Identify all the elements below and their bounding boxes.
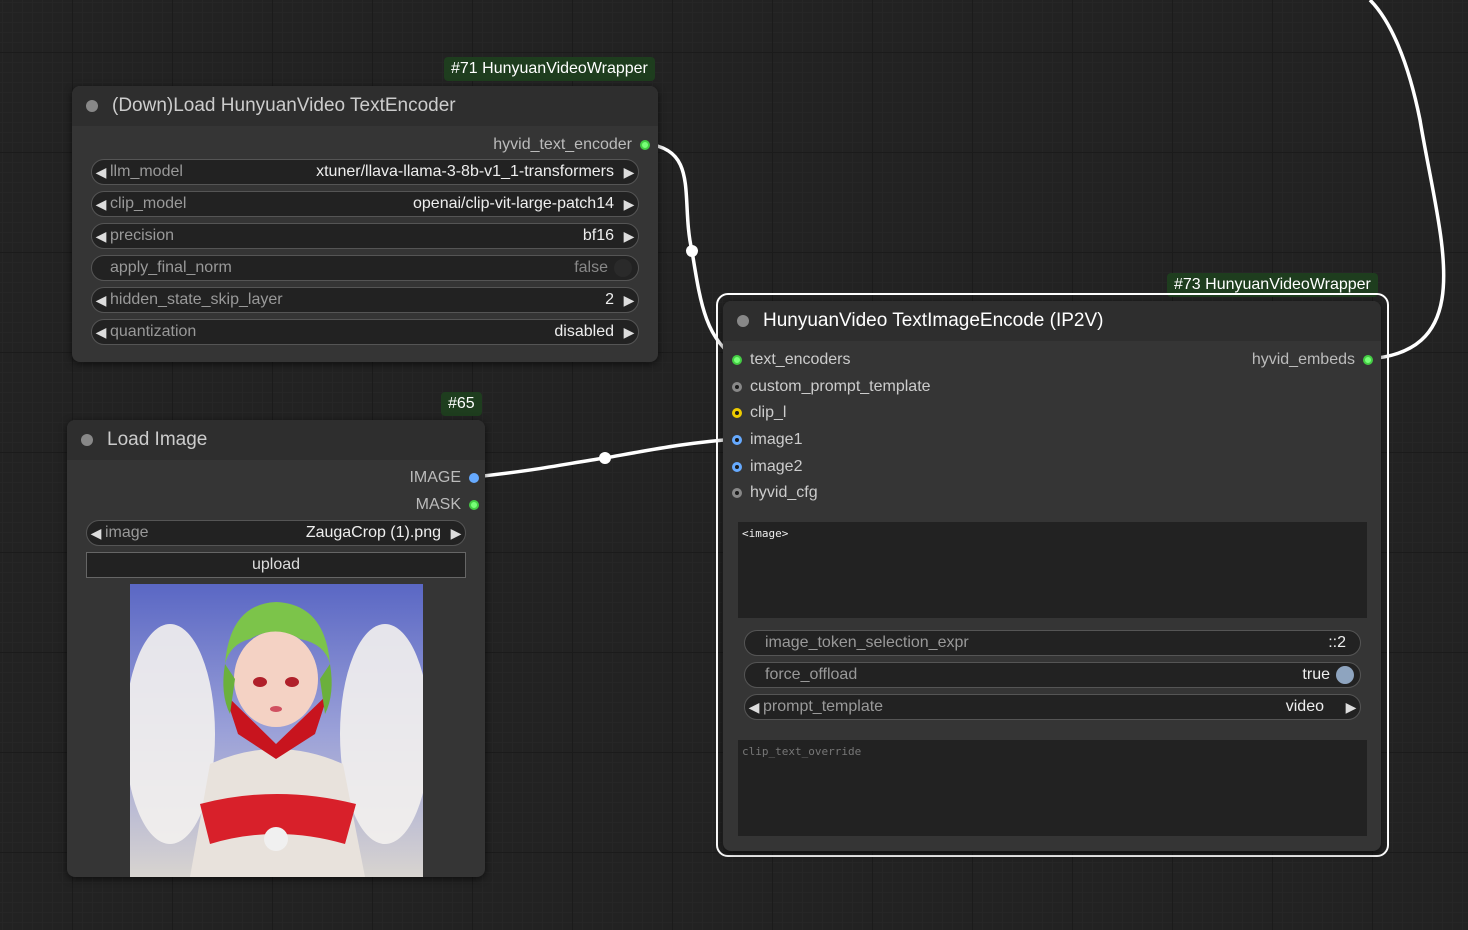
link-text-encoder-midpoint[interactable]	[686, 245, 698, 257]
node-71-textencoder-loader[interactable]: (Down)Load HunyuanVideo TextEncoder hyvi…	[72, 86, 658, 362]
node-71-title-bar[interactable]: (Down)Load HunyuanVideo TextEncoder	[72, 86, 658, 126]
widget-clip-model[interactable]: ◀ clip_model openai/clip-vit-large-patch…	[91, 191, 639, 217]
increment-arrow-icon[interactable]: ▶	[1342, 699, 1360, 716]
link-image[interactable]	[473, 437, 739, 479]
collapse-dot-icon[interactable]	[737, 315, 749, 327]
collapse-dot-icon[interactable]	[86, 100, 98, 112]
decrement-arrow-icon[interactable]: ◀	[92, 196, 110, 213]
output-mask[interactable]: MASK	[416, 496, 479, 514]
output-label: MASK	[415, 496, 461, 513]
widget-value: true	[1302, 666, 1330, 683]
widget-image-select[interactable]: ◀ image ZaugaCrop (1).png ▶	[86, 520, 466, 546]
increment-arrow-icon[interactable]: ▶	[620, 196, 638, 213]
increment-arrow-icon[interactable]: ▶	[620, 164, 638, 181]
node-73-title: HunyuanVideo TextImageEncode (IP2V)	[763, 310, 1104, 331]
node-65-load-image[interactable]: Load Image IMAGE MASK ◀ image ZaugaCrop …	[67, 420, 485, 877]
widget-label: quantization	[110, 323, 197, 340]
toggle-on-icon[interactable]	[1336, 666, 1354, 684]
increment-arrow-icon[interactable]: ▶	[620, 324, 638, 341]
input-hyvid-cfg[interactable]: hyvid_cfg	[732, 484, 818, 502]
input-image1[interactable]: image1	[732, 431, 802, 449]
upload-button[interactable]: upload	[86, 552, 466, 578]
widget-prompt-template[interactable]: ◀ prompt_template video ▶	[744, 694, 1361, 720]
clip-text-override-textarea[interactable]: clip_text_override	[738, 740, 1367, 836]
widget-image-token-selection-expr[interactable]: image_token_selection_expr ::2	[744, 630, 1361, 656]
collapse-dot-icon[interactable]	[81, 434, 93, 446]
widget-value: ::2	[1328, 634, 1346, 651]
output-label: hyvid_text_encoder	[493, 136, 632, 153]
widget-value: video	[1285, 698, 1324, 715]
decrement-arrow-icon[interactable]: ◀	[87, 525, 105, 542]
output-label: hyvid_embeds	[1251, 351, 1355, 368]
input-slot-dot-icon[interactable]	[732, 382, 742, 392]
widget-label: clip_model	[110, 195, 187, 212]
widget-value: xtuner/llava-llama-3-8b-v1_1-transformer…	[316, 163, 614, 180]
widget-apply-final-norm[interactable]: apply_final_norm false	[91, 255, 639, 281]
input-label: image1	[750, 431, 803, 448]
widget-label: prompt_template	[763, 698, 884, 715]
input-image2[interactable]: image2	[732, 458, 802, 476]
input-custom-prompt-template[interactable]: custom_prompt_template	[732, 378, 931, 396]
image-preview	[130, 584, 423, 877]
widget-label: precision	[110, 227, 175, 244]
input-slot-dot-icon[interactable]	[732, 462, 742, 472]
decrement-arrow-icon[interactable]: ◀	[92, 324, 110, 341]
input-label: hyvid_cfg	[750, 484, 818, 501]
node-65-title-bar[interactable]: Load Image	[67, 420, 485, 460]
input-label: image2	[750, 458, 803, 475]
increment-arrow-icon[interactable]: ▶	[620, 228, 638, 245]
output-hyvid-embeds[interactable]: hyvid_embeds	[1252, 351, 1373, 369]
node-73-textimageencode[interactable]: HunyuanVideo TextImageEncode (IP2V) text…	[723, 301, 1381, 851]
link-image-midpoint[interactable]	[599, 452, 611, 464]
increment-arrow-icon[interactable]: ▶	[620, 292, 638, 309]
node-73-title-bar[interactable]: HunyuanVideo TextImageEncode (IP2V)	[723, 301, 1381, 341]
widget-label: llm_model	[110, 163, 183, 180]
widget-label: force_offload	[765, 666, 858, 683]
output-image[interactable]: IMAGE	[409, 469, 479, 487]
widget-value: false	[574, 259, 608, 276]
widget-force-offload[interactable]: force_offload true	[744, 662, 1361, 688]
toggle-off-icon[interactable]	[614, 259, 632, 277]
widget-value: disabled	[554, 323, 614, 340]
output-slot-dot-icon[interactable]	[1363, 355, 1373, 365]
output-slot-dot-icon[interactable]	[640, 140, 650, 150]
widget-value: 2	[605, 291, 614, 308]
input-slot-dot-icon[interactable]	[732, 488, 742, 498]
output-hyvid-text-encoder[interactable]: hyvid_text_encoder	[493, 136, 650, 154]
widget-value: bf16	[582, 227, 614, 244]
widget-label: image_token_selection_expr	[765, 634, 969, 651]
widget-value: openai/clip-vit-large-patch14	[413, 195, 614, 212]
input-clip-l[interactable]: clip_l	[732, 404, 786, 422]
input-slot-dot-icon[interactable]	[732, 408, 742, 418]
output-slot-dot-icon[interactable]	[469, 473, 479, 483]
input-text-encoders[interactable]: text_encoders	[732, 351, 851, 369]
widget-llm-model[interactable]: ◀ llm_model xtuner/llava-llama-3-8b-v1_1…	[91, 159, 639, 185]
output-label: IMAGE	[409, 469, 461, 486]
node-65-title: Load Image	[107, 429, 208, 450]
decrement-arrow-icon[interactable]: ◀	[92, 164, 110, 181]
node-71-badge: #71 HunyuanVideoWrapper	[444, 57, 655, 81]
decrement-arrow-icon[interactable]: ◀	[92, 228, 110, 245]
widget-value: ZaugaCrop (1).png	[305, 524, 441, 541]
input-label: custom_prompt_template	[750, 378, 931, 395]
output-slot-dot-icon[interactable]	[469, 500, 479, 510]
node-71-title: (Down)Load HunyuanVideo TextEncoder	[112, 95, 456, 116]
widget-label: apply_final_norm	[110, 259, 232, 276]
input-slot-dot-icon[interactable]	[732, 355, 742, 365]
widget-label: hidden_state_skip_layer	[110, 291, 283, 308]
widget-label: image	[105, 524, 149, 541]
widget-hidden-state-skip-layer[interactable]: ◀ hidden_state_skip_layer 2 ▶	[91, 287, 639, 313]
increment-arrow-icon[interactable]: ▶	[447, 525, 465, 542]
input-label: text_encoders	[750, 351, 851, 368]
widget-precision[interactable]: ◀ precision bf16 ▶	[91, 223, 639, 249]
widget-quantization[interactable]: ◀ quantization disabled ▶	[91, 319, 639, 345]
decrement-arrow-icon[interactable]: ◀	[92, 292, 110, 309]
input-label: clip_l	[750, 404, 787, 421]
input-slot-dot-icon[interactable]	[732, 435, 742, 445]
prompt-textarea[interactable]: <image>	[738, 522, 1367, 618]
node-65-badge: #65	[441, 392, 482, 416]
decrement-arrow-icon[interactable]: ◀	[745, 699, 763, 716]
